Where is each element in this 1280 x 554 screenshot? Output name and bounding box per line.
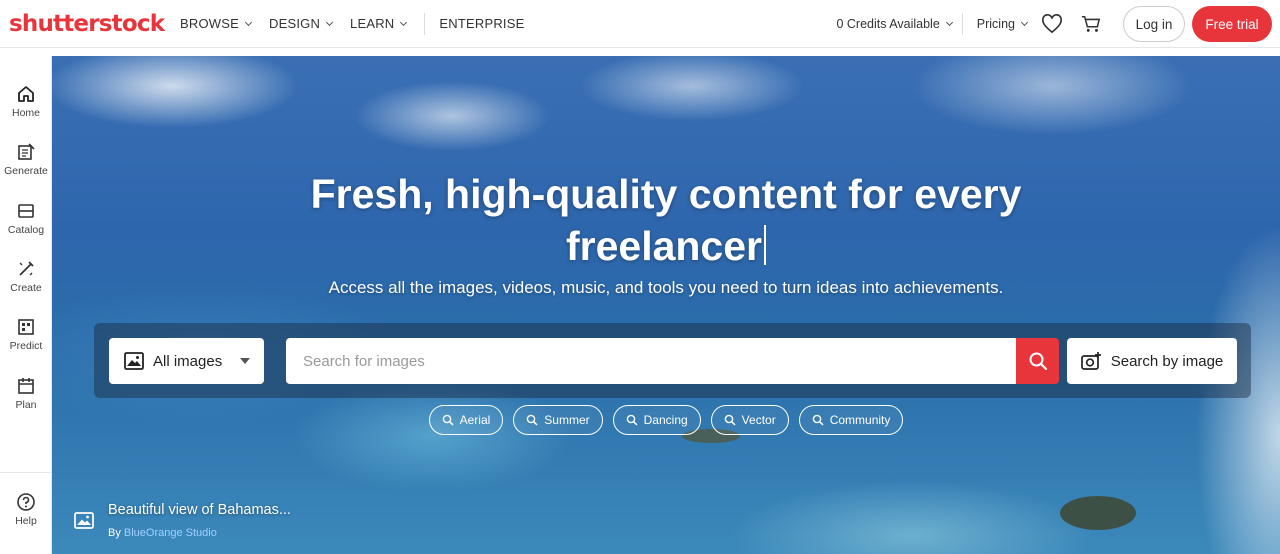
cart-button[interactable] xyxy=(1078,11,1104,37)
login-button[interactable]: Log in xyxy=(1123,6,1185,42)
search-by-image-button[interactable]: Search by image xyxy=(1067,338,1237,384)
credits-dropdown[interactable]: 0 Credits Available xyxy=(836,17,953,31)
search-icon xyxy=(1029,352,1047,371)
hero-banner: Fresh, high-quality content for every fr… xyxy=(52,56,1280,554)
chevron-down-icon xyxy=(400,18,408,26)
nav-browse-label: BROWSE xyxy=(180,16,239,31)
sidebar-item-help[interactable]: Help xyxy=(0,492,52,527)
search-panel: All images Search by image xyxy=(94,323,1251,398)
camera-search-icon xyxy=(1080,352,1101,370)
plan-icon xyxy=(18,378,34,394)
credits-label: 0 Credits Available xyxy=(836,17,940,31)
nav-divider xyxy=(961,13,963,35)
nav-divider xyxy=(424,12,426,35)
photo-credit: Beautiful view of Bahamas... By BlueOran… xyxy=(74,502,291,539)
photo-author-link[interactable]: BlueOrange Studio xyxy=(124,527,217,539)
favorites-button[interactable] xyxy=(1039,11,1065,37)
nav-design-label: DESIGN xyxy=(268,16,321,31)
predict-icon xyxy=(18,319,34,335)
image-icon xyxy=(124,352,144,370)
suggestion-chips: Aerial Summer Dancing Vector Community xyxy=(52,405,1280,435)
hero-headline: Fresh, high-quality content for every fr… xyxy=(52,168,1280,272)
search-icon xyxy=(626,414,638,426)
byline-prefix: By xyxy=(108,527,121,539)
chip-community[interactable]: Community xyxy=(798,405,904,435)
catalog-icon xyxy=(18,204,34,218)
nav-browse[interactable]: BROWSE xyxy=(180,16,253,31)
media-type-label: All images xyxy=(153,352,223,370)
chevron-down-icon xyxy=(244,18,253,26)
chevron-down-icon xyxy=(945,18,953,27)
chevron-down-icon xyxy=(1020,18,1029,27)
top-navigation: shutterstock BROWSE DESIGN LEARN ENTERPR… xyxy=(0,0,1280,48)
nav-design[interactable]: DESIGN xyxy=(268,16,334,31)
sidebar-item-create[interactable]: Create xyxy=(0,259,52,294)
nav-enterprise[interactable]: ENTERPRISE xyxy=(439,16,524,31)
account-nav: 0 Credits Available Pricing Log in Free … xyxy=(836,0,1280,48)
sidebar-item-label: Help xyxy=(15,515,37,527)
pricing-dropdown[interactable]: Pricing xyxy=(976,17,1029,31)
chip-dancing[interactable]: Dancing xyxy=(612,405,701,435)
help-icon xyxy=(17,493,35,511)
headline-line-1: Fresh, high-quality content for every xyxy=(310,171,1022,217)
island-shape xyxy=(1060,496,1136,530)
free-trial-button[interactable]: Free trial xyxy=(1192,6,1272,42)
sidebar-item-plan[interactable]: Plan xyxy=(0,376,52,411)
left-sidebar: Home Generate Catalog Create Predict Pla… xyxy=(0,56,52,554)
sidebar-item-label: Predict xyxy=(9,340,43,352)
search-icon xyxy=(724,414,736,426)
heart-icon xyxy=(1042,14,1062,34)
chip-vector[interactable]: Vector xyxy=(710,405,789,435)
generate-icon xyxy=(18,143,35,160)
chip-summer[interactable]: Summer xyxy=(513,405,603,435)
chip-label: Vector xyxy=(741,413,776,427)
sidebar-item-home[interactable]: Home xyxy=(0,84,52,119)
sidebar-item-catalog[interactable]: Catalog xyxy=(0,201,52,236)
search-icon xyxy=(812,414,824,426)
main-nav: BROWSE DESIGN LEARN ENTERPRISE xyxy=(180,12,542,35)
search-button[interactable] xyxy=(1016,338,1059,384)
photo-byline: By BlueOrange Studio xyxy=(108,527,291,539)
shutterstock-logo[interactable]: shutterstock xyxy=(9,11,169,37)
search-input[interactable] xyxy=(286,338,1016,384)
sidebar-item-predict[interactable]: Predict xyxy=(0,317,52,352)
chip-label: Community xyxy=(829,413,891,427)
chip-label: Aerial xyxy=(459,413,491,427)
pricing-label: Pricing xyxy=(976,17,1015,31)
chip-label: Summer xyxy=(544,413,590,427)
sidebar-item-label: Plan xyxy=(15,399,37,411)
chip-aerial[interactable]: Aerial xyxy=(428,405,504,435)
sidebar-item-label: Catalog xyxy=(7,224,45,236)
typing-caret xyxy=(764,225,766,265)
caret-down-icon xyxy=(240,358,250,364)
nav-learn-label: LEARN xyxy=(350,16,395,31)
sidebar-item-label: Generate xyxy=(4,165,48,177)
search-icon xyxy=(526,414,538,426)
nav-learn[interactable]: LEARN xyxy=(350,16,408,31)
sidebar-item-label: Home xyxy=(11,107,40,119)
photo-title-link[interactable]: Beautiful view of Bahamas... xyxy=(108,502,291,518)
headline-word: freelancer xyxy=(565,223,762,269)
sidebar-item-label: Create xyxy=(10,282,42,294)
hero-subheadline: Access all the images, videos, music, an… xyxy=(328,278,1004,297)
media-type-select[interactable]: All images xyxy=(109,338,264,384)
sidebar-divider xyxy=(0,472,52,473)
search-icon xyxy=(442,414,454,426)
home-icon xyxy=(18,86,34,102)
sidebar-item-generate[interactable]: Generate xyxy=(0,142,52,177)
headline-line-2: freelancer xyxy=(52,220,1280,272)
create-icon xyxy=(19,261,34,276)
image-icon xyxy=(74,512,94,529)
cart-icon xyxy=(1081,15,1101,32)
photo-credit-text: Beautiful view of Bahamas... By BlueOran… xyxy=(108,502,291,539)
chevron-down-icon xyxy=(325,18,334,26)
search-by-image-label: Search by image xyxy=(1110,352,1224,370)
chip-label: Dancing xyxy=(643,413,688,427)
